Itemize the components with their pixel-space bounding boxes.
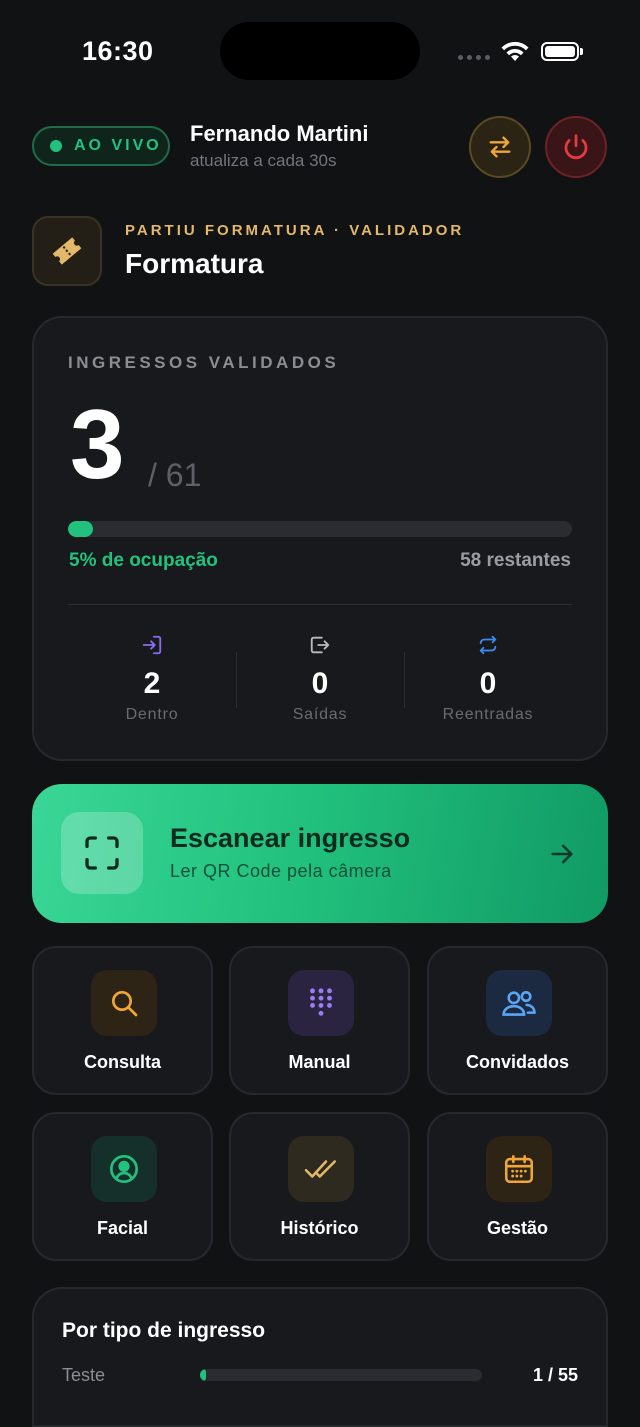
stat-inside-value: 2 <box>143 667 161 700</box>
facial-tile[interactable]: Facial <box>32 1112 213 1261</box>
historico-label: Histórico <box>280 1218 359 1238</box>
arrow-right-icon <box>551 844 573 864</box>
stat-exits-label: Saídas <box>292 706 348 723</box>
scan-title: Escanear ingresso <box>170 823 411 853</box>
remaining-text: 58 restantes <box>460 550 571 571</box>
ticket-type-bar-fill <box>200 1369 206 1381</box>
calendar-icon <box>504 1154 534 1184</box>
total-count: / 61 <box>148 457 202 493</box>
battery-icon <box>541 42 579 61</box>
wifi-icon <box>501 41 529 61</box>
signal-icon <box>458 55 490 60</box>
ticket-types-title: Por tipo de ingresso <box>62 1319 266 1342</box>
ticket-type-bar <box>200 1369 482 1381</box>
scan-icon-box <box>61 812 143 894</box>
stat-exits-value: 0 <box>311 667 329 700</box>
user-name: Fernando Martini <box>190 121 369 146</box>
reentry-icon <box>479 635 497 655</box>
ticket-type-name: Teste <box>62 1365 106 1385</box>
exit-icon <box>310 636 330 654</box>
occupancy-bar-fill <box>68 521 94 537</box>
manual-tile[interactable]: Manual <box>229 946 410 1095</box>
enter-icon <box>142 635 162 655</box>
occupancy-bar <box>68 521 572 537</box>
manual-label: Manual <box>288 1052 351 1072</box>
consulta-label: Consulta <box>83 1052 161 1072</box>
live-label: AO VIVO <box>74 137 162 154</box>
logout-button[interactable] <box>545 116 607 178</box>
live-dot <box>50 140 62 152</box>
status-time: 16:30 <box>82 36 154 66</box>
double-check-icon <box>304 1160 336 1178</box>
power-icon <box>564 134 588 160</box>
convidados-label: Convidados <box>465 1052 569 1072</box>
consulta-tile[interactable]: Consulta <box>32 946 213 1095</box>
convidados-tile[interactable]: Convidados <box>427 946 608 1095</box>
ticket-icon <box>52 237 82 265</box>
stats-divider <box>68 604 572 605</box>
stats-label: INGRESSOS VALIDADOS <box>68 353 340 372</box>
validated-count: 3 <box>70 389 125 499</box>
event-title: Formatura <box>125 248 264 279</box>
users-icon <box>502 991 536 1016</box>
stat-reentries: 0 Reentradas <box>404 634 572 724</box>
stat-reentries-value: 0 <box>479 667 497 700</box>
occupancy-text: 5% de ocupação <box>69 550 218 571</box>
face-icon <box>110 1155 138 1183</box>
gestao-tile[interactable]: Gestão <box>427 1112 608 1261</box>
gestao-label: Gestão <box>486 1218 549 1238</box>
refresh-note: atualiza a cada 30s <box>190 151 337 170</box>
ticket-types-card <box>32 1287 608 1427</box>
scan-frame-icon <box>85 836 119 870</box>
scan-subtitle: Ler QR Code pela câmera <box>170 861 392 881</box>
event-icon-box <box>32 216 102 286</box>
event-kicker: PARTIU FORMATURA · VALIDADOR <box>125 222 465 239</box>
stat-inside: 2 Dentro <box>68 634 236 724</box>
live-badge: AO VIVO <box>32 126 170 166</box>
historico-tile[interactable]: Histórico <box>229 1112 410 1261</box>
stat-inside-label: Dentro <box>125 706 179 723</box>
switch-event-button[interactable] <box>469 116 531 178</box>
stat-exits: 0 Saídas <box>236 634 404 724</box>
swap-icon <box>489 136 511 158</box>
search-icon <box>112 991 138 1017</box>
facial-label: Facial <box>96 1218 149 1238</box>
battery-tip <box>580 48 583 55</box>
ticket-type-count: 1 / 55 <box>532 1365 578 1385</box>
stat-reentries-label: Reentradas <box>442 706 534 723</box>
keypad-icon <box>310 988 332 1016</box>
dynamic-island <box>220 22 420 80</box>
